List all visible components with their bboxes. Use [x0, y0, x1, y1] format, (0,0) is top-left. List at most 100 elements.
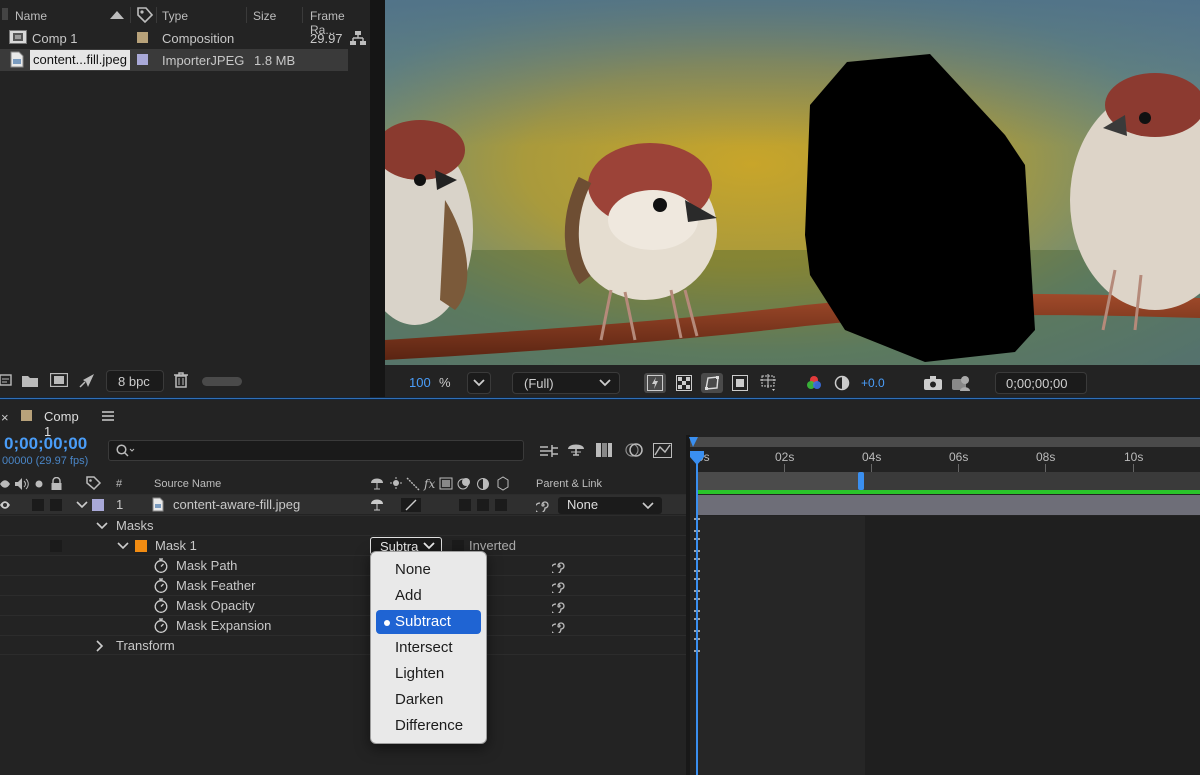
- close-icon[interactable]: ×: [1, 410, 9, 425]
- playhead-line[interactable]: [696, 455, 698, 775]
- mask-color-swatch[interactable]: [135, 540, 147, 552]
- flowchart-icon[interactable]: [350, 30, 366, 46]
- stopwatch-icon[interactable]: [154, 618, 168, 633]
- pick-whip-icon[interactable]: [552, 619, 566, 633]
- pick-whip-icon[interactable]: [552, 599, 566, 613]
- layer-name[interactable]: content-aware-fill.jpeg: [173, 497, 300, 512]
- stopwatch-icon[interactable]: [154, 578, 168, 593]
- playhead-icon[interactable]: [689, 451, 705, 467]
- layer-row[interactable]: 1 content-aware-fill.jpeg None: [0, 494, 686, 514]
- masks-group-row[interactable]: Masks: [0, 515, 686, 535]
- column-name[interactable]: Name: [15, 9, 47, 23]
- menu-item-subtract[interactable]: Subtract: [376, 610, 481, 634]
- pick-whip-icon[interactable]: [552, 579, 566, 593]
- grid-guides-button[interactable]: [758, 373, 780, 393]
- property-label[interactable]: Mask Opacity: [176, 598, 255, 613]
- menu-item-difference[interactable]: Difference: [376, 714, 481, 738]
- layer-label-swatch[interactable]: [92, 499, 104, 511]
- mask-feather-row[interactable]: Mask Feather: [0, 575, 686, 595]
- property-label[interactable]: Mask Expansion: [176, 618, 271, 633]
- work-area-bar[interactable]: [690, 437, 1200, 447]
- column-size[interactable]: Size: [253, 9, 276, 23]
- zoom-value[interactable]: 100: [409, 375, 431, 390]
- bit-depth-button[interactable]: 8 bpc: [106, 370, 164, 392]
- graph-editor-icon[interactable]: [653, 441, 673, 459]
- menu-item-lighten[interactable]: Lighten: [376, 662, 481, 686]
- pick-whip-icon[interactable]: [552, 559, 566, 573]
- shy-layers-icon[interactable]: [566, 441, 586, 459]
- thumbnail-size-slider[interactable]: [202, 377, 242, 386]
- mask-name[interactable]: Mask 1: [155, 538, 197, 553]
- pick-whip-icon[interactable]: [536, 498, 550, 512]
- lock-box[interactable]: [50, 499, 62, 511]
- switch-box[interactable]: [495, 499, 507, 511]
- project-item-comp[interactable]: Comp 1 Composition 29.97: [0, 27, 370, 49]
- new-composition-icon[interactable]: [50, 373, 68, 387]
- eye-icon[interactable]: [0, 500, 10, 510]
- composition-duration-bar[interactable]: [697, 472, 1200, 490]
- trash-icon[interactable]: [174, 372, 188, 388]
- project-item-footage[interactable]: content...fill.jpeg ImporterJPEG 1.8 MB: [0, 49, 348, 71]
- comp-flowchart-icon[interactable]: [540, 443, 560, 459]
- mask-1-row[interactable]: Mask 1 Subtra Inverted: [0, 535, 686, 555]
- viewer-timecode-field[interactable]: 0;00;00;00: [995, 372, 1087, 394]
- composition-viewer[interactable]: [385, 0, 1200, 365]
- sort-up-icon[interactable]: [110, 10, 124, 19]
- frame-blending-icon[interactable]: [595, 441, 613, 459]
- quality-box[interactable]: [401, 498, 421, 512]
- chevron-down-icon[interactable]: [76, 501, 88, 509]
- mask-visibility-button[interactable]: [701, 373, 723, 393]
- lock-box[interactable]: [50, 540, 62, 552]
- label-swatch[interactable]: [137, 54, 148, 65]
- chevron-down-icon[interactable]: [96, 522, 108, 530]
- label-swatch[interactable]: [137, 32, 148, 43]
- mask-expansion-row[interactable]: Mask Expansion: [0, 615, 686, 635]
- new-folder-icon[interactable]: [22, 374, 38, 387]
- fast-previews-button[interactable]: [644, 373, 666, 393]
- mask-opacity-row[interactable]: Mask Opacity: [0, 595, 686, 615]
- menu-item-darken[interactable]: Darken: [376, 688, 481, 712]
- solo-icon[interactable]: [35, 480, 43, 488]
- panel-divider[interactable]: [370, 0, 385, 397]
- stopwatch-icon[interactable]: [154, 558, 168, 573]
- channel-button[interactable]: [803, 373, 825, 393]
- motion-blur-icon[interactable]: [624, 441, 644, 459]
- reset-exposure-button[interactable]: [832, 373, 854, 393]
- transform-group-row[interactable]: Transform: [0, 635, 686, 655]
- property-label[interactable]: Mask Path: [176, 558, 237, 573]
- current-time-display[interactable]: 0;00;00;00: [4, 434, 87, 454]
- mask-path-row[interactable]: Mask Path: [0, 555, 686, 575]
- switch-box[interactable]: [459, 499, 471, 511]
- menu-item-none[interactable]: None: [376, 558, 481, 582]
- menu-item-intersect[interactable]: Intersect: [376, 636, 481, 660]
- property-label[interactable]: Mask Feather: [176, 578, 255, 593]
- resolution-dropdown[interactable]: (Full): [512, 372, 620, 394]
- eye-icon[interactable]: [0, 479, 10, 489]
- exposure-value[interactable]: +0.0: [861, 376, 885, 390]
- switch-box[interactable]: [477, 499, 489, 511]
- label-tag-icon[interactable]: [137, 7, 153, 23]
- render-icon[interactable]: [79, 373, 95, 388]
- parent-dropdown[interactable]: None: [558, 497, 662, 514]
- region-of-interest-button[interactable]: [729, 373, 751, 393]
- panel-menu-icon[interactable]: [102, 411, 114, 421]
- column-source-name[interactable]: Source Name: [154, 478, 221, 490]
- column-type[interactable]: Type: [162, 9, 188, 23]
- audio-icon[interactable]: [15, 478, 29, 490]
- snapshot-button[interactable]: [922, 373, 944, 393]
- stopwatch-icon[interactable]: [154, 598, 168, 613]
- timeline-search-input[interactable]: [108, 440, 524, 461]
- label-tag-icon[interactable]: [86, 476, 102, 490]
- column-parent-link[interactable]: Parent & Link: [536, 478, 602, 490]
- timeline-divider[interactable]: [686, 435, 690, 775]
- chevron-right-icon[interactable]: [96, 640, 104, 652]
- interpret-footage-icon[interactable]: [0, 374, 12, 386]
- show-snapshot-button[interactable]: [950, 373, 972, 393]
- menu-item-add[interactable]: Add: [376, 584, 481, 608]
- work-area-start-handle[interactable]: [689, 437, 698, 447]
- transparency-grid-button[interactable]: [673, 373, 695, 393]
- lock-icon[interactable]: [51, 477, 62, 490]
- solo-box[interactable]: [32, 499, 44, 511]
- chevron-down-icon[interactable]: [117, 542, 129, 550]
- layer-duration-bar[interactable]: [697, 495, 1200, 515]
